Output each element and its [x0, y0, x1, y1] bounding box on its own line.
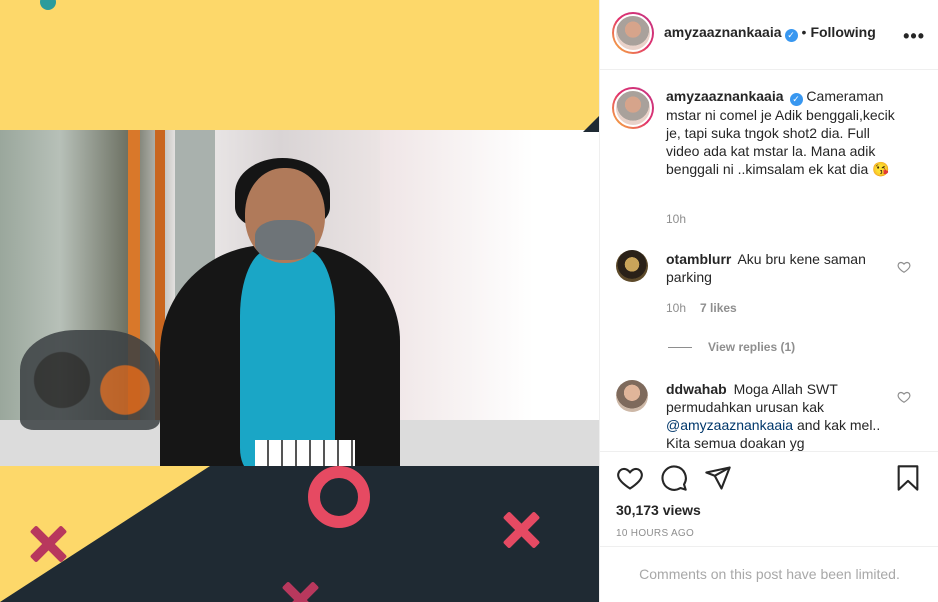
- media-corner-accent: [583, 116, 599, 132]
- verified-badge-icon: ✓: [789, 93, 803, 106]
- comment-body: otamblurr Aku bru kene saman parking: [666, 250, 906, 286]
- commenter-avatar[interactable]: [616, 380, 648, 412]
- person-pants: [255, 440, 355, 468]
- post-header: amyzaaznankaaia ✓ • Following •••: [600, 0, 938, 70]
- comment-icon[interactable]: [660, 464, 688, 492]
- following-button[interactable]: Following: [810, 24, 875, 40]
- comment-meta: 10h 7 likes: [666, 301, 737, 315]
- media-top-band: [0, 0, 599, 130]
- video-scene-motorbike: [20, 330, 160, 430]
- comments-list[interactable]: amyzaaznankaaia ✓ Cameraman mstar ni come…: [600, 71, 938, 451]
- bookmark-icon[interactable]: [894, 464, 922, 492]
- avatar-image: [614, 14, 652, 52]
- caption-time[interactable]: 10h: [666, 212, 686, 226]
- decorative-ring: [308, 466, 370, 528]
- post-timestamp[interactable]: 10 HOURS AGO: [616, 528, 694, 539]
- verified-badge-icon: ✓: [784, 29, 798, 42]
- comment-username[interactable]: ddwahab: [666, 381, 727, 397]
- view-count[interactable]: 30,173 views: [616, 502, 701, 518]
- commenter-avatar[interactable]: [616, 250, 648, 282]
- view-replies-button[interactable]: View replies (1): [668, 340, 795, 354]
- comment-time[interactable]: 10h: [666, 301, 686, 315]
- comments-limited-notice: Comments on this post have been limited.: [600, 546, 938, 602]
- more-options-icon[interactable]: •••: [903, 26, 925, 47]
- comment-body: ddwahab Moga Allah SWT permudahkan urusa…: [666, 380, 906, 451]
- caption-username[interactable]: amyzaaznankaaia: [666, 88, 784, 104]
- comment-username[interactable]: otamblurr: [666, 251, 731, 267]
- heart-icon[interactable]: [616, 464, 644, 492]
- heart-icon[interactable]: [897, 390, 911, 404]
- post-details-panel: amyzaaznankaaia ✓ • Following ••• amyzaazna…: [599, 0, 938, 602]
- header-separator: •: [801, 24, 807, 40]
- author-username[interactable]: amyzaaznankaaia: [664, 24, 782, 40]
- decorative-x-mark: [280, 580, 320, 602]
- person-face-mask: [255, 220, 315, 260]
- post-actions: 30,173 views 10 HOURS AGO: [600, 451, 938, 547]
- comment-mention-link[interactable]: @amyzaaznankaaia: [666, 417, 793, 433]
- caption-body: amyzaaznankaaia ✓ Cameraman mstar ni come…: [666, 87, 906, 178]
- paper-plane-icon[interactable]: [704, 464, 732, 492]
- video-frame[interactable]: [0, 130, 599, 468]
- video-scene-wall: [380, 130, 599, 468]
- avatar-image: [614, 89, 652, 127]
- heart-icon[interactable]: [897, 260, 911, 274]
- video-scene-person: [160, 158, 410, 468]
- comment-likes[interactable]: 7 likes: [700, 301, 737, 315]
- caption-avatar[interactable]: [612, 87, 654, 129]
- person-shirt: [240, 250, 335, 468]
- author-avatar[interactable]: [612, 12, 654, 54]
- author-line: amyzaaznankaaia ✓ • Following: [664, 24, 876, 42]
- post-media[interactable]: [0, 0, 599, 602]
- decorative-x-mark: [501, 510, 541, 550]
- decorative-x-mark: [28, 524, 68, 564]
